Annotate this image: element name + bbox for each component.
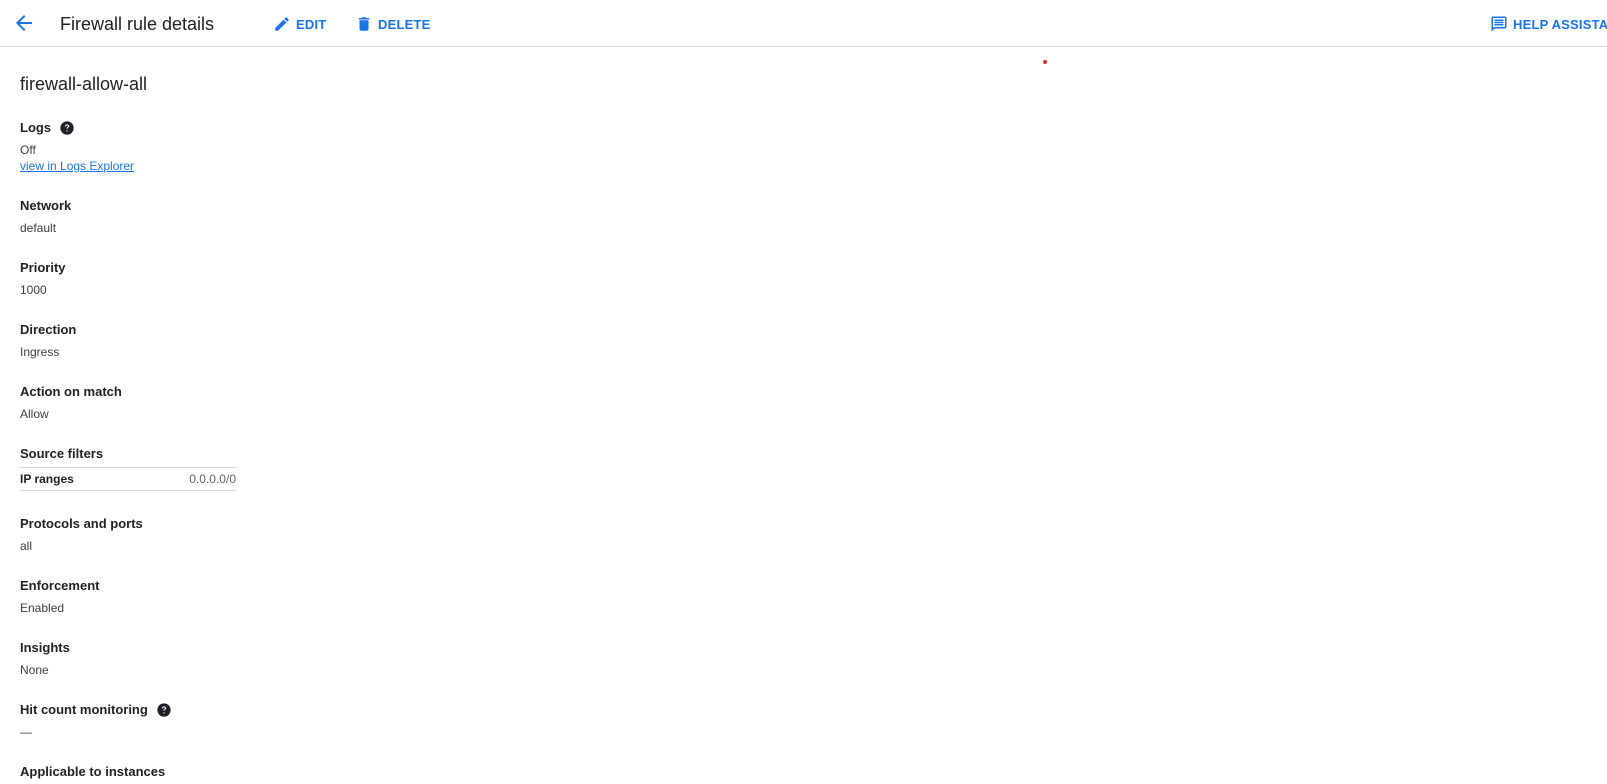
rule-name: firewall-allow-all (20, 74, 148, 94)
cursor-dot (1043, 60, 1047, 64)
direction-value: Ingress (20, 345, 60, 359)
help-icon[interactable] (59, 120, 75, 136)
action-label: Action on match (20, 384, 122, 399)
network-value: default (20, 221, 57, 235)
logs-label-text: Logs (20, 120, 52, 135)
direction-label: Direction (20, 322, 77, 337)
enforcement-label: Enforcement (20, 578, 100, 593)
priority-value: 1000 (20, 283, 47, 297)
enforcement-value: Enabled (20, 601, 65, 615)
top-app-bar: Firewall rule details EDIT DELETE HELP A… (0, 0, 1607, 47)
action-value: Allow (20, 407, 49, 421)
hit-count-label: Hit count monitoring (20, 701, 172, 719)
priority-label: Priority (20, 260, 66, 275)
source-filters-label: Source filters (20, 446, 104, 461)
hit-count-value: — (20, 725, 32, 739)
protocols-label: Protocols and ports (20, 516, 143, 531)
filter-value: 0.0.0.0/0 (189, 472, 236, 486)
help-assistant-label: HELP ASSISTAN (1513, 16, 1607, 32)
help-icon[interactable] (156, 702, 172, 718)
chat-icon (1491, 16, 1507, 32)
page-title: Firewall rule details (60, 14, 215, 34)
logs-explorer-link[interactable]: view in Logs Explorer (20, 158, 134, 174)
protocols-value: all (20, 539, 33, 553)
logs-label: Logs (20, 119, 75, 137)
edit-button[interactable]: EDIT (273, 13, 326, 35)
trash-icon (358, 17, 370, 31)
delete-button[interactable]: DELETE (355, 13, 430, 35)
pencil-icon (275, 17, 289, 31)
hit-count-label-text: Hit count monitoring (20, 702, 148, 717)
edit-label: EDIT (296, 16, 327, 32)
filter-key: IP ranges (20, 472, 74, 486)
applicable-label: Applicable to instances (20, 764, 166, 779)
insights-value: None (20, 663, 49, 677)
help-assistant-button[interactable]: HELP ASSISTAN (1490, 13, 1607, 35)
network-label: Network (20, 198, 72, 213)
insights-label: Insights (20, 640, 70, 655)
delete-label: DELETE (378, 16, 431, 32)
back-arrow-icon[interactable] (12, 11, 36, 35)
logs-value: Off (20, 143, 36, 157)
source-filters-table: IP ranges 0.0.0.0/0 (20, 467, 236, 491)
